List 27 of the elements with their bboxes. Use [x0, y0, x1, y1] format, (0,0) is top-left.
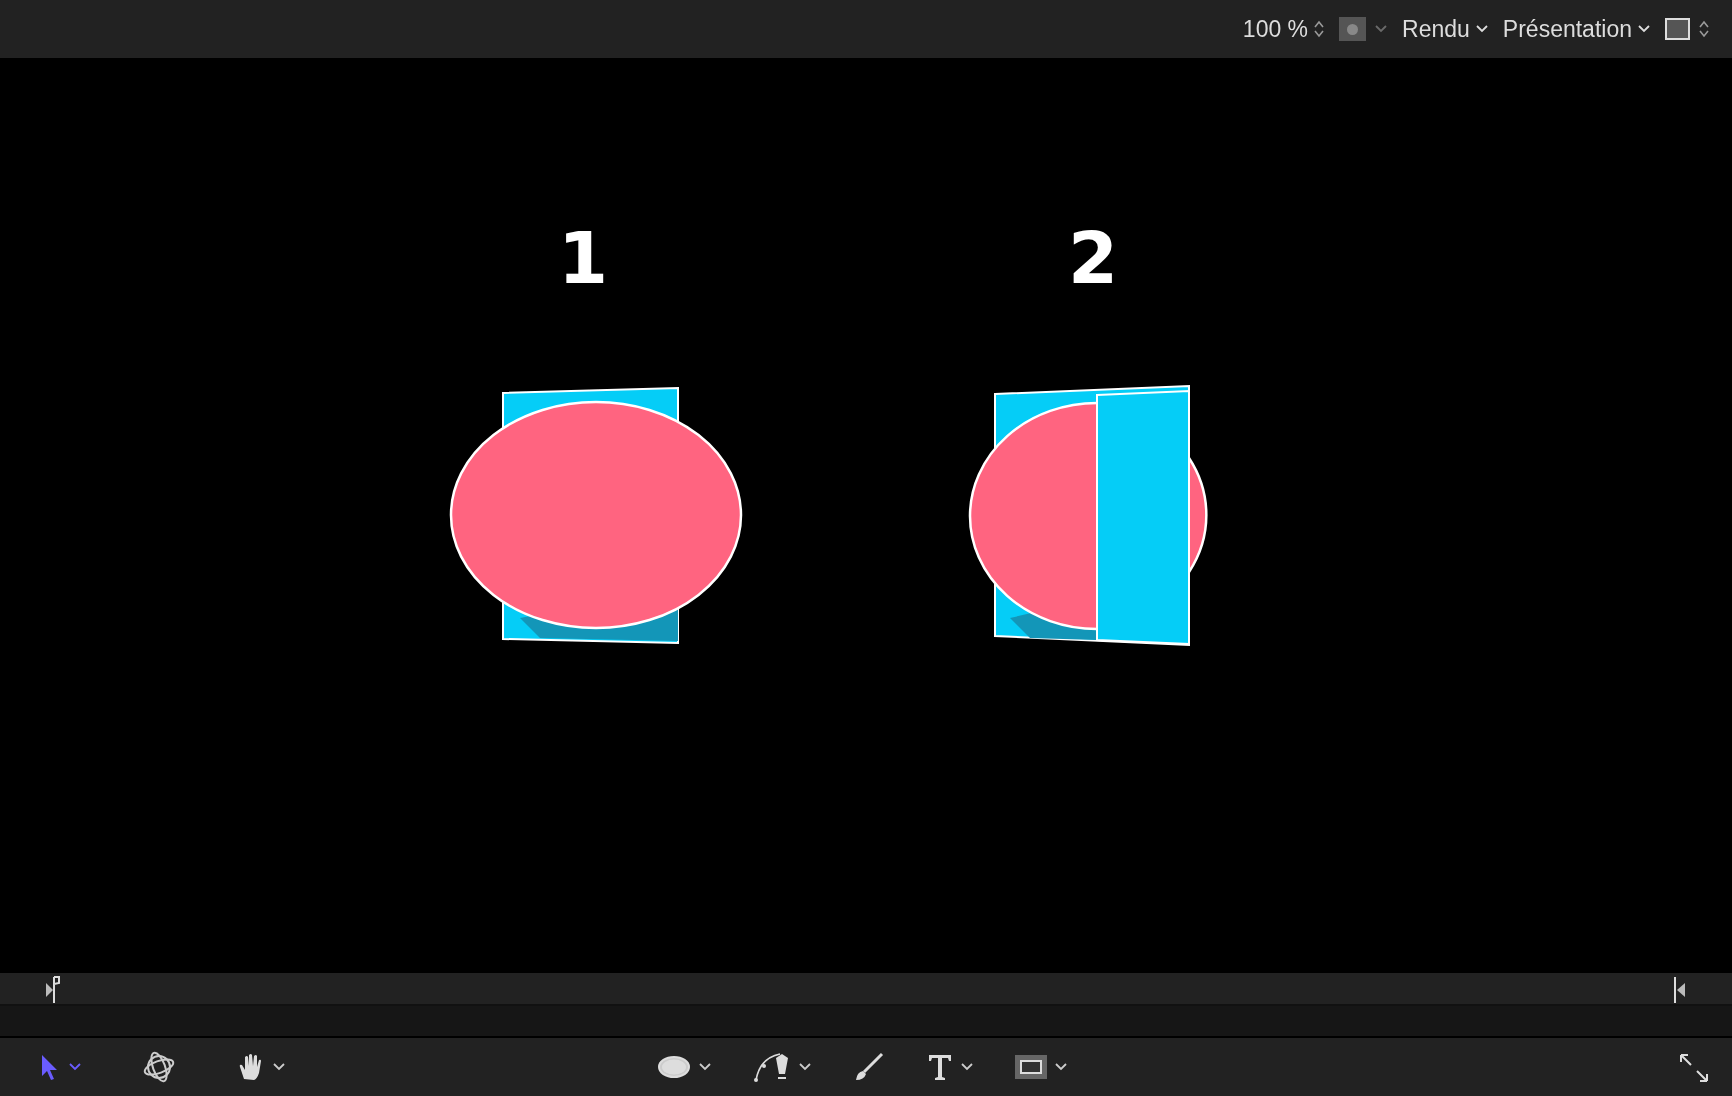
- chevron-icon[interactable]: [960, 1062, 974, 1072]
- text-tool-button[interactable]: [926, 1052, 954, 1082]
- expand-icon[interactable]: [1678, 1052, 1710, 1084]
- shape-tool-button[interactable]: [656, 1054, 692, 1080]
- zoom-menu[interactable]: 100 %: [1242, 15, 1326, 43]
- text-tool-icon: [926, 1052, 954, 1082]
- group-number: 1: [557, 216, 609, 300]
- group-number: 2: [1067, 216, 1119, 300]
- layout-square-icon[interactable]: [1665, 18, 1690, 40]
- ellipse-icon: [656, 1054, 692, 1080]
- stepper-icon: [1313, 19, 1326, 39]
- stepper-icon[interactable]: [1698, 19, 1710, 39]
- chevron-icon[interactable]: [698, 1062, 712, 1072]
- chevron-icon[interactable]: [1054, 1062, 1068, 1072]
- render-menu[interactable]: Rendu: [1402, 15, 1489, 43]
- chevron-icon: [1637, 24, 1651, 34]
- orbit-tool-button[interactable]: [142, 1050, 176, 1084]
- rectangle-mask-icon: [1014, 1053, 1048, 1081]
- mask-tool-button[interactable]: [1014, 1053, 1048, 1081]
- chevron-icon[interactable]: [798, 1062, 812, 1072]
- out-point-marker-icon[interactable]: [1673, 975, 1687, 1003]
- in-point-marker-icon[interactable]: [44, 975, 60, 1003]
- chevron-icon[interactable]: [272, 1062, 286, 1072]
- view-menu[interactable]: Présentation: [1502, 15, 1651, 43]
- chevron-icon: [1474, 24, 1489, 34]
- color-swatch-icon[interactable]: [1339, 17, 1367, 41]
- orbit-icon: [142, 1050, 176, 1084]
